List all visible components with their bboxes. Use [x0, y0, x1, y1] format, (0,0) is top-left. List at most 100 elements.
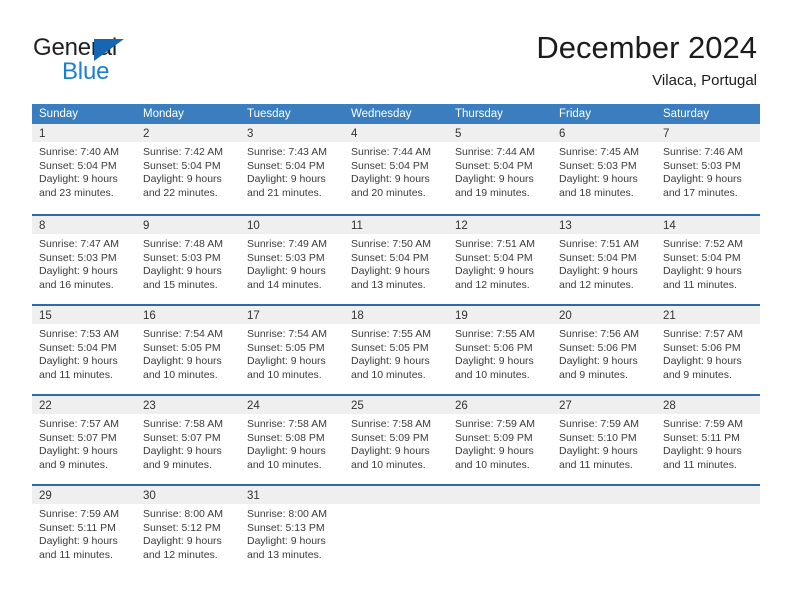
day-cell[interactable]: 29 Sunrise: 7:59 AM Sunset: 5:11 PM Dayl…	[32, 486, 136, 574]
day-number-band	[656, 486, 760, 504]
day-number-band: 26	[448, 396, 552, 414]
day-cell[interactable]: 18 Sunrise: 7:55 AM Sunset: 5:05 PM Dayl…	[344, 306, 448, 394]
daylight-text-line1: Daylight: 9 hours	[39, 173, 118, 185]
sunrise-text: Sunrise: 7:54 AM	[247, 328, 327, 340]
day-cell[interactable]: 24 Sunrise: 7:58 AM Sunset: 5:08 PM Dayl…	[240, 396, 344, 484]
day-cell[interactable]: 10 Sunrise: 7:49 AM Sunset: 5:03 PM Dayl…	[240, 216, 344, 304]
day-cell[interactable]: 3 Sunrise: 7:43 AM Sunset: 5:04 PM Dayli…	[240, 124, 344, 214]
day-cell[interactable]: 15 Sunrise: 7:53 AM Sunset: 5:04 PM Dayl…	[32, 306, 136, 394]
sunset-text: Sunset: 5:05 PM	[247, 341, 325, 354]
daylight-text-line2: and 10 minutes.	[247, 368, 322, 381]
sunset-text: Sunset: 5:03 PM	[247, 251, 325, 264]
sunrise-text: Sunrise: 7:59 AM	[559, 418, 639, 430]
sunrise-text: Sunrise: 7:51 AM	[455, 238, 535, 250]
daylight-text-line2: and 12 minutes.	[143, 548, 218, 561]
day-number-band: 7	[656, 124, 760, 142]
sunrise-text: Sunrise: 7:47 AM	[39, 238, 119, 250]
sunset-text: Sunset: 5:04 PM	[351, 159, 429, 172]
daylight-text-line1: Daylight: 9 hours	[247, 265, 326, 277]
day-details: Sunrise: 7:57 AM Sunset: 5:07 PM Dayligh…	[32, 414, 136, 472]
day-cell[interactable]: 13 Sunrise: 7:51 AM Sunset: 5:04 PM Dayl…	[552, 216, 656, 304]
day-cell[interactable]: 30 Sunrise: 8:00 AM Sunset: 5:12 PM Dayl…	[136, 486, 240, 574]
day-number: 12	[455, 220, 468, 232]
sunset-text: Sunset: 5:08 PM	[247, 431, 325, 444]
daylight-text-line1: Daylight: 9 hours	[455, 445, 534, 457]
day-cell[interactable]: 11 Sunrise: 7:50 AM Sunset: 5:04 PM Dayl…	[344, 216, 448, 304]
day-cell-empty	[448, 486, 552, 574]
daylight-text-line1: Daylight: 9 hours	[39, 265, 118, 277]
daylight-text-line1: Daylight: 9 hours	[351, 265, 430, 277]
sunset-text: Sunset: 5:04 PM	[39, 159, 117, 172]
daylight-text-line1: Daylight: 9 hours	[455, 265, 534, 277]
daylight-text-line2: and 13 minutes.	[351, 278, 426, 291]
sunrise-text: Sunrise: 7:49 AM	[247, 238, 327, 250]
day-number-band: 6	[552, 124, 656, 142]
daylight-text-line2: and 11 minutes.	[663, 458, 737, 471]
day-cell[interactable]: 8 Sunrise: 7:47 AM Sunset: 5:03 PM Dayli…	[32, 216, 136, 304]
page-subtitle-location: Vilaca, Portugal	[652, 72, 757, 89]
day-cell[interactable]: 7 Sunrise: 7:46 AM Sunset: 5:03 PM Dayli…	[656, 124, 760, 214]
sunset-text: Sunset: 5:11 PM	[663, 431, 740, 444]
daylight-text-line2: and 9 minutes.	[143, 458, 212, 471]
sunrise-text: Sunrise: 7:44 AM	[455, 146, 535, 158]
daylight-text-line1: Daylight: 9 hours	[559, 173, 638, 185]
day-cell[interactable]: 4 Sunrise: 7:44 AM Sunset: 5:04 PM Dayli…	[344, 124, 448, 214]
week-row: 1 Sunrise: 7:40 AM Sunset: 5:04 PM Dayli…	[32, 124, 760, 214]
week-row: 15 Sunrise: 7:53 AM Sunset: 5:04 PM Dayl…	[32, 304, 760, 394]
calendar-page: General Blue December 2024 Vilaca, Portu…	[0, 0, 792, 612]
day-details: Sunrise: 7:59 AM Sunset: 5:10 PM Dayligh…	[552, 414, 656, 472]
sunset-text: Sunset: 5:06 PM	[455, 341, 533, 354]
day-cell[interactable]: 25 Sunrise: 7:58 AM Sunset: 5:09 PM Dayl…	[344, 396, 448, 484]
day-cell[interactable]: 23 Sunrise: 7:58 AM Sunset: 5:07 PM Dayl…	[136, 396, 240, 484]
daylight-text-line1: Daylight: 9 hours	[39, 355, 118, 367]
daylight-text-line2: and 15 minutes.	[143, 278, 218, 291]
day-details: Sunrise: 7:42 AM Sunset: 5:04 PM Dayligh…	[136, 142, 240, 200]
sunset-text: Sunset: 5:04 PM	[39, 341, 117, 354]
day-number: 28	[663, 400, 676, 412]
day-cell[interactable]: 9 Sunrise: 7:48 AM Sunset: 5:03 PM Dayli…	[136, 216, 240, 304]
sunset-text: Sunset: 5:03 PM	[39, 251, 117, 264]
day-cell[interactable]: 17 Sunrise: 7:54 AM Sunset: 5:05 PM Dayl…	[240, 306, 344, 394]
day-cell[interactable]: 14 Sunrise: 7:52 AM Sunset: 5:04 PM Dayl…	[656, 216, 760, 304]
day-details: Sunrise: 7:54 AM Sunset: 5:05 PM Dayligh…	[240, 324, 344, 382]
daylight-text-line2: and 10 minutes.	[455, 368, 530, 381]
day-number: 19	[455, 310, 468, 322]
day-cell[interactable]: 28 Sunrise: 7:59 AM Sunset: 5:11 PM Dayl…	[656, 396, 760, 484]
sunrise-text: Sunrise: 7:48 AM	[143, 238, 223, 250]
day-cell[interactable]: 20 Sunrise: 7:56 AM Sunset: 5:06 PM Dayl…	[552, 306, 656, 394]
daylight-text-line1: Daylight: 9 hours	[663, 265, 742, 277]
day-cell[interactable]: 12 Sunrise: 7:51 AM Sunset: 5:04 PM Dayl…	[448, 216, 552, 304]
day-number-band: 22	[32, 396, 136, 414]
day-details: Sunrise: 7:44 AM Sunset: 5:04 PM Dayligh…	[344, 142, 448, 200]
daylight-text-line2: and 23 minutes.	[39, 186, 114, 199]
day-cell[interactable]: 22 Sunrise: 7:57 AM Sunset: 5:07 PM Dayl…	[32, 396, 136, 484]
day-details: Sunrise: 7:59 AM Sunset: 5:11 PM Dayligh…	[656, 414, 760, 472]
day-cell[interactable]: 27 Sunrise: 7:59 AM Sunset: 5:10 PM Dayl…	[552, 396, 656, 484]
day-cell[interactable]: 31 Sunrise: 8:00 AM Sunset: 5:13 PM Dayl…	[240, 486, 344, 574]
day-cell[interactable]: 26 Sunrise: 7:59 AM Sunset: 5:09 PM Dayl…	[448, 396, 552, 484]
day-number-band: 8	[32, 216, 136, 234]
day-cell[interactable]: 1 Sunrise: 7:40 AM Sunset: 5:04 PM Dayli…	[32, 124, 136, 214]
day-number-band: 19	[448, 306, 552, 324]
daylight-text-line2: and 10 minutes.	[351, 368, 426, 381]
sunset-text: Sunset: 5:09 PM	[351, 431, 429, 444]
weekday-header-tuesday: Tuesday	[247, 108, 291, 120]
day-details: Sunrise: 7:43 AM Sunset: 5:04 PM Dayligh…	[240, 142, 344, 200]
day-cell[interactable]: 21 Sunrise: 7:57 AM Sunset: 5:06 PM Dayl…	[656, 306, 760, 394]
sunset-text: Sunset: 5:04 PM	[559, 251, 637, 264]
day-number-band: 24	[240, 396, 344, 414]
day-cell[interactable]: 6 Sunrise: 7:45 AM Sunset: 5:03 PM Dayli…	[552, 124, 656, 214]
sunrise-text: Sunrise: 7:57 AM	[39, 418, 119, 430]
calendar-grid: Sunday Monday Tuesday Wednesday Thursday…	[32, 104, 760, 574]
day-cell[interactable]: 2 Sunrise: 7:42 AM Sunset: 5:04 PM Dayli…	[136, 124, 240, 214]
daylight-text-line1: Daylight: 9 hours	[143, 355, 222, 367]
day-cell[interactable]: 5 Sunrise: 7:44 AM Sunset: 5:04 PM Dayli…	[448, 124, 552, 214]
day-cell[interactable]: 16 Sunrise: 7:54 AM Sunset: 5:05 PM Dayl…	[136, 306, 240, 394]
sunset-text: Sunset: 5:06 PM	[663, 341, 741, 354]
day-cell[interactable]: 19 Sunrise: 7:55 AM Sunset: 5:06 PM Dayl…	[448, 306, 552, 394]
day-number-band: 5	[448, 124, 552, 142]
sunrise-text: Sunrise: 7:50 AM	[351, 238, 431, 250]
sunset-text: Sunset: 5:07 PM	[143, 431, 221, 444]
daylight-text-line2: and 11 minutes.	[559, 458, 633, 471]
weekday-header-wednesday: Wednesday	[351, 108, 412, 120]
